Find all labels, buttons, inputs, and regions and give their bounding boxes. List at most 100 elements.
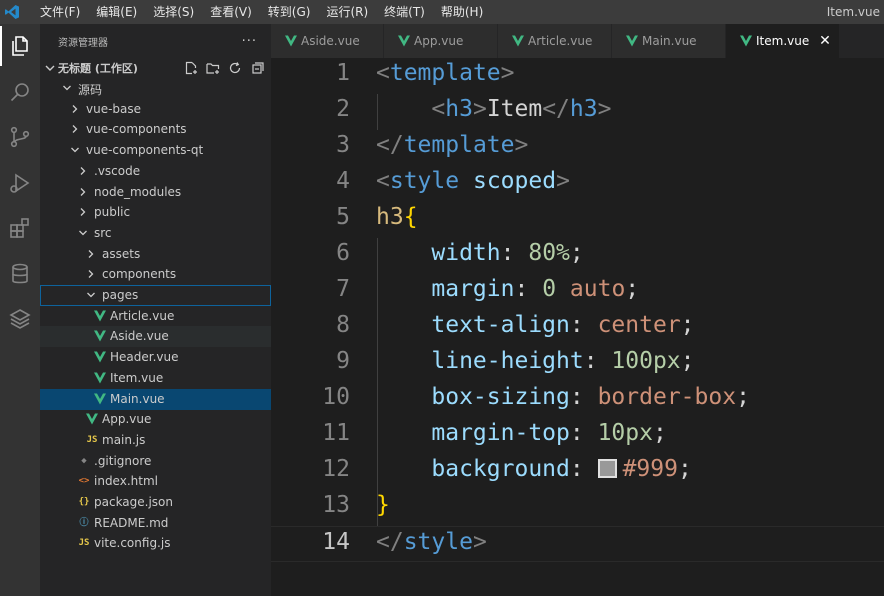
menu-selection[interactable]: 选择(S) — [145, 0, 202, 24]
semicolon: ; — [652, 420, 667, 446]
tree-folder-src[interactable]: src — [40, 223, 271, 244]
line-number: 3 — [336, 132, 350, 158]
tree-file-app-vue[interactable]: App.vue — [40, 409, 271, 430]
tab-main-vue[interactable]: Main.vue — [612, 24, 726, 58]
vue-file-icon — [740, 35, 752, 47]
tab-aside-vue[interactable]: Aside.vue — [271, 24, 384, 58]
semicolon: ; — [680, 312, 695, 338]
semicolon: ; — [736, 384, 750, 410]
tree-file-main-js[interactable]: JS main.js — [40, 430, 271, 451]
tree-file-aside-vue[interactable]: Aside.vue — [40, 326, 271, 348]
tree-file-package-json[interactable]: {} package.json — [40, 492, 271, 513]
tab-app-vue[interactable]: App.vue — [384, 24, 498, 58]
css-value: center — [597, 312, 681, 338]
colon: : — [500, 240, 529, 266]
tree-folder-node-modules[interactable]: node_modules — [40, 182, 271, 203]
tree-file-readme-md[interactable]: ⓘ README.md — [40, 513, 271, 534]
punctuation: < — [376, 168, 390, 194]
workspace-header[interactable]: 无标题 (工作区) — [40, 58, 271, 78]
source-control-icon[interactable] — [0, 117, 40, 157]
menu-file[interactable]: 文件(F) — [32, 0, 88, 24]
tree-item-label: vue-components-qt — [86, 143, 204, 158]
tree-item-label: pages — [102, 288, 139, 302]
line-number: 2 — [336, 96, 350, 122]
punctuation: > — [472, 96, 487, 122]
tree-file-vite-config-js[interactable]: JS vite.config.js — [40, 533, 271, 554]
brace: } — [376, 492, 390, 518]
tree-item-label: .vscode — [94, 163, 141, 178]
vue-file-icon — [94, 372, 106, 384]
explorer-sidebar: 资源管理器 ··· 无标题 (工作区) 源码 vue-base vue-compon… — [40, 24, 271, 596]
tree-folder-components[interactable]: components — [40, 264, 271, 285]
colon: : — [569, 420, 598, 446]
explorer-title: 资源管理器 — [58, 37, 108, 49]
refresh-icon[interactable] — [227, 60, 243, 76]
tree-folder-pages[interactable]: pages — [40, 285, 271, 306]
vue-file-icon — [94, 310, 106, 322]
explorer-icon[interactable] — [0, 26, 40, 66]
more-actions-icon[interactable]: ··· — [242, 34, 257, 49]
semicolon: ; — [677, 456, 692, 482]
menu-terminal[interactable]: 终端(T) — [376, 0, 433, 24]
tree-folder-vscode[interactable]: .vscode — [40, 161, 271, 182]
layers-icon[interactable] — [0, 299, 40, 339]
tab-article-vue[interactable]: Article.vue — [498, 24, 612, 58]
code-line-current: 14 </style> — [271, 526, 884, 562]
color-swatch[interactable] — [597, 459, 617, 478]
tree-file-main-vue[interactable]: Main.vue — [40, 388, 271, 410]
menu-view[interactable]: 查看(V) — [202, 0, 260, 24]
collapse-all-icon[interactable] — [249, 60, 265, 76]
menu-edit[interactable]: 编辑(E) — [88, 0, 145, 24]
code-line: 2 <h3>Item</h3> — [271, 94, 884, 130]
code-line: 10 box-sizing: border-box; — [271, 382, 884, 418]
tree-item-label: vite.config.js — [94, 536, 171, 551]
tree-file-header-vue[interactable]: Header.vue — [40, 347, 271, 368]
code-line: 7 margin: 0 auto; — [271, 274, 884, 310]
tree-file-item-vue[interactable]: Item.vue — [40, 368, 271, 389]
tree-folder-assets[interactable]: assets — [40, 244, 271, 265]
workspace-actions — [183, 60, 265, 76]
vue-file-icon — [285, 35, 297, 47]
search-icon[interactable] — [0, 72, 40, 112]
title-bar: 文件(F) 编辑(E) 选择(S) 查看(V) 转到(G) 运行(R) 终端(T… — [0, 0, 884, 24]
tree-file-index-html[interactable]: <> index.html — [40, 471, 271, 492]
extensions-icon[interactable] — [0, 208, 40, 248]
tree-folder-vue-components[interactable]: vue-components — [40, 119, 271, 140]
explorer-header: 资源管理器 ··· — [40, 24, 271, 58]
menu-go[interactable]: 转到(G) — [260, 0, 319, 24]
tree-folder-source[interactable]: 源码 — [40, 78, 271, 99]
code-editor[interactable]: 1 <template> 2 <h3>Item</h3> 3 </templat… — [271, 58, 884, 596]
punctuation: < — [376, 60, 390, 86]
chevron-right-icon — [72, 125, 78, 134]
vue-file-icon — [86, 413, 98, 425]
tree-file-article-vue[interactable]: Article.vue — [40, 306, 271, 327]
run-debug-icon[interactable] — [0, 163, 40, 203]
line-number: 7 — [336, 276, 350, 302]
close-icon[interactable]: ✕ — [817, 33, 833, 49]
vue-file-icon — [512, 35, 524, 47]
menu-run[interactable]: 运行(R) — [318, 0, 376, 24]
tree-folder-public[interactable]: public — [40, 202, 271, 223]
line-number: 10 — [322, 384, 350, 410]
new-folder-icon[interactable] — [205, 60, 221, 76]
tree-file-gitignore[interactable]: ◆ .gitignore — [40, 451, 271, 472]
css-property: text-align — [431, 312, 570, 338]
tree-item-label: src — [94, 225, 112, 240]
menu-help[interactable]: 帮助(H) — [433, 0, 491, 24]
tab-item-vue[interactable]: Item.vue ✕ — [726, 24, 840, 58]
css-property: line-height — [431, 348, 584, 374]
workspace-title: 无标题 (工作区) — [58, 62, 138, 75]
vue-file-icon — [94, 351, 106, 363]
punctuation: </ — [542, 96, 570, 122]
colon: : — [569, 312, 598, 338]
database-icon[interactable] — [0, 254, 40, 294]
new-file-icon[interactable] — [183, 60, 199, 76]
tree-folder-vue-components-qt[interactable]: vue-components-qt — [40, 140, 271, 161]
css-property: margin — [431, 276, 515, 302]
chevron-right-icon — [88, 249, 94, 258]
tag-name: h3 — [569, 96, 598, 122]
tree-folder-vue-base[interactable]: vue-base — [40, 99, 271, 120]
line-number: 4 — [336, 168, 350, 194]
brace: { — [403, 204, 418, 230]
tree-item-label: README.md — [94, 515, 169, 530]
